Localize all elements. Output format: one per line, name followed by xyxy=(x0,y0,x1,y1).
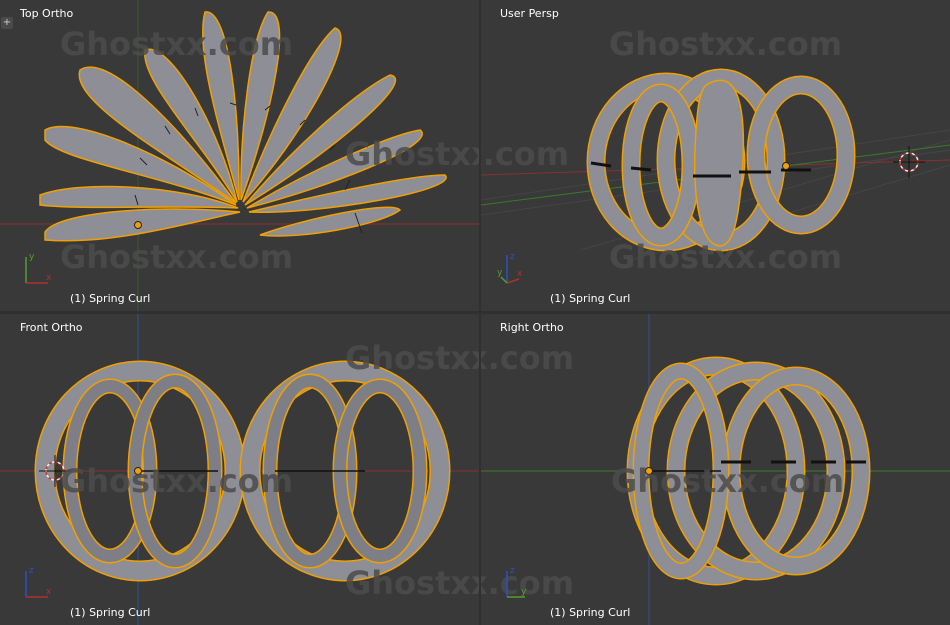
active-object-label: (1) Spring Curl xyxy=(550,606,631,619)
viewport-scene: Ghostxx.com Ghostxx.com Ghostxx.com xyxy=(481,314,950,625)
watermark: Ghostxx.com xyxy=(60,25,293,63)
watermark: Ghostxx.com xyxy=(481,564,574,602)
watermark: Ghostxx.com xyxy=(345,564,479,602)
axis-gizmo: y x xyxy=(25,252,52,284)
axis-label-z: z xyxy=(510,252,515,262)
watermark: Ghostxx.com xyxy=(345,339,479,377)
viewport-scene: Ghostxx.com Ghostxx.com Ghostxx.com xyxy=(0,0,479,311)
axis-gizmo: z x xyxy=(25,566,52,598)
3d-cursor xyxy=(893,146,925,178)
axis-label-y: y xyxy=(497,268,503,278)
viewport-label: Right Ortho xyxy=(500,321,564,334)
axis-gizmo: z y xyxy=(506,566,527,598)
axis-label-y: y xyxy=(521,587,527,597)
viewport-label: Top Ortho xyxy=(20,7,74,20)
active-object-label: (1) Spring Curl xyxy=(70,292,151,305)
axis-label-x: x xyxy=(46,273,52,283)
watermark: Ghostxx.com xyxy=(611,462,844,500)
watermark: Ghostxx.com xyxy=(345,135,479,173)
active-object-label: (1) Spring Curl xyxy=(70,606,151,619)
watermark: Ghostxx.com xyxy=(60,238,293,276)
axis-label-z: z xyxy=(29,566,34,576)
viewport-front-ortho[interactable]: Ghostxx.com Ghostxx.com Ghostxx.com Fron… xyxy=(0,314,479,625)
axis-label-z: z xyxy=(510,566,515,576)
add-region-button[interactable]: + xyxy=(1,17,13,29)
viewport-top-ortho[interactable]: Ghostxx.com Ghostxx.com Ghostxx.com + To… xyxy=(0,0,479,311)
viewport-scene: Ghostxx.com Ghostxx.com Ghostxx.com xyxy=(481,25,950,276)
viewport-user-persp[interactable]: Ghostxx.com Ghostxx.com Ghostxx.com User… xyxy=(481,0,950,311)
axis-label-x: x xyxy=(46,587,52,597)
watermark: Ghostxx.com xyxy=(481,339,574,377)
quad-view: Ghostxx.com Ghostxx.com Ghostxx.com + To… xyxy=(0,0,950,625)
axis-label-x: x xyxy=(517,269,523,279)
watermark: Ghostxx.com xyxy=(481,135,569,173)
viewport-label: Front Ortho xyxy=(20,321,83,334)
watermark: Ghostxx.com xyxy=(609,25,842,63)
watermark: Ghostxx.com xyxy=(60,462,293,500)
active-object-label: (1) Spring Curl xyxy=(550,292,631,305)
viewport-right-ortho[interactable]: Ghostxx.com Ghostxx.com Ghostxx.com Righ… xyxy=(481,314,950,625)
viewport-scene: Ghostxx.com Ghostxx.com Ghostxx.com xyxy=(0,314,479,625)
watermark: Ghostxx.com xyxy=(609,238,842,276)
axis-gizmo: z x y xyxy=(497,252,523,284)
viewport-label: User Persp xyxy=(500,7,559,20)
axis-label-y: y xyxy=(29,252,35,262)
